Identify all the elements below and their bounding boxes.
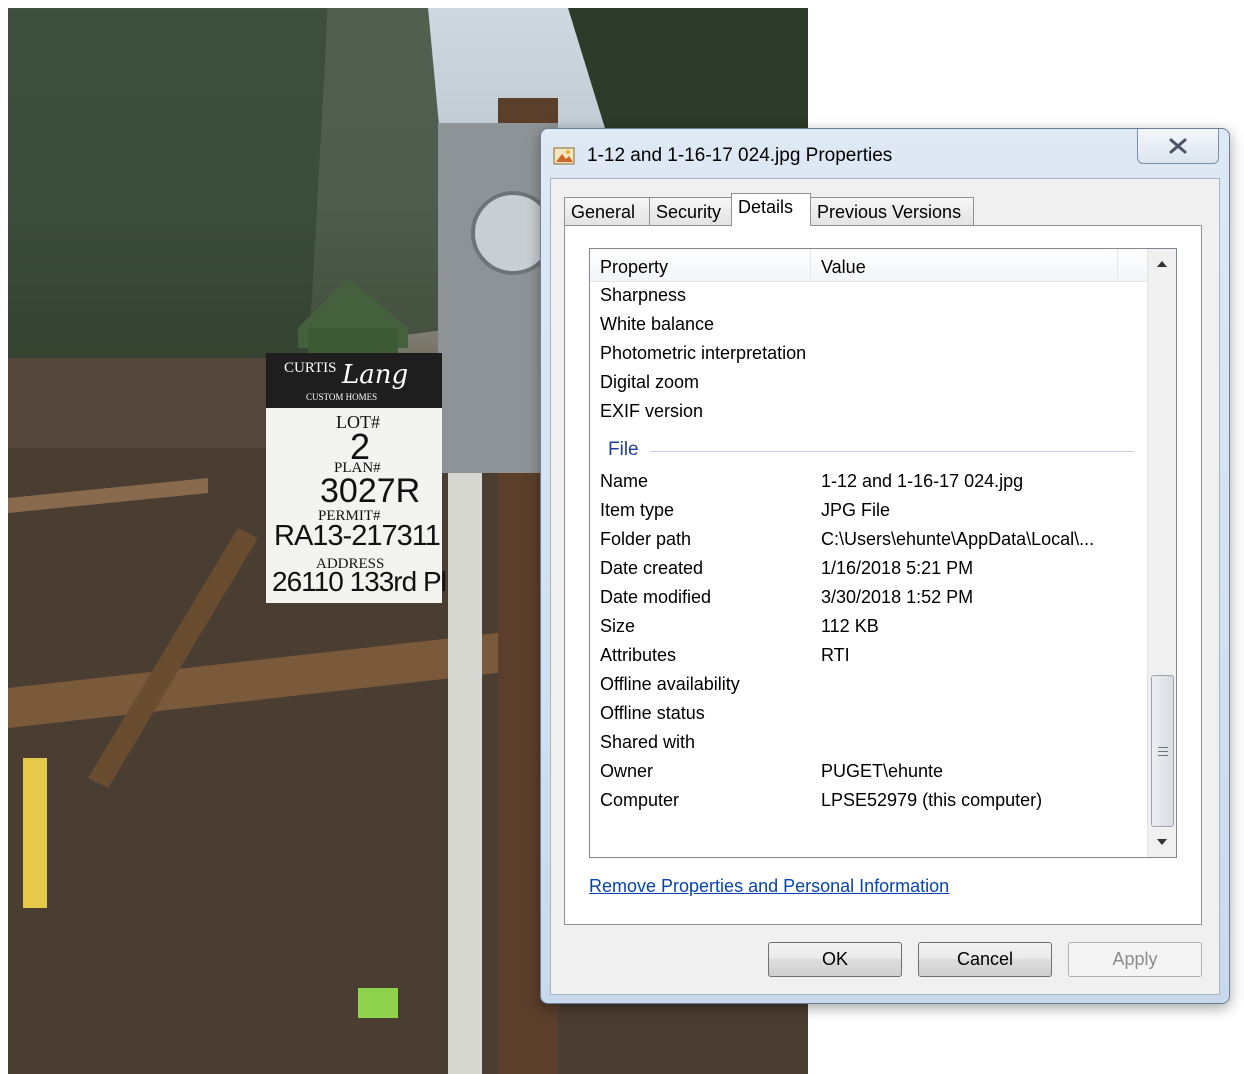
property-name: Owner xyxy=(600,761,654,781)
property-value: 112 KB xyxy=(821,616,879,636)
cancel-button[interactable]: Cancel xyxy=(918,942,1052,977)
list-item[interactable]: Attributes RTI xyxy=(600,641,1140,670)
remove-properties-link[interactable]: Remove Properties and Personal Informati… xyxy=(589,876,949,897)
details-panel: Property Value Sharpness White balance P… xyxy=(564,225,1202,925)
property-name: Sharpness xyxy=(600,285,687,305)
property-name: Name xyxy=(600,471,649,491)
list-item[interactable]: Computer LPSE52979 (this computer) xyxy=(600,786,1140,815)
property-name: Folder path xyxy=(600,529,692,549)
scroll-up-button[interactable] xyxy=(1148,253,1176,275)
group-label: File xyxy=(608,439,639,460)
sign-permit-value: RA13-217311 xyxy=(274,520,441,552)
vertical-scrollbar[interactable] xyxy=(1147,249,1176,857)
column-header-value[interactable]: Value xyxy=(821,257,866,278)
property-name: Date created xyxy=(600,558,704,578)
property-name: Computer xyxy=(600,790,680,810)
property-value: 1-12 and 1-16-17 024.jpg xyxy=(821,471,1024,491)
column-header-property[interactable]: Property xyxy=(600,257,668,278)
property-name: Size xyxy=(600,616,636,636)
scroll-down-button[interactable] xyxy=(1148,831,1176,853)
dialog-client-area: General Security Details Previous Versio… xyxy=(550,178,1220,995)
property-name: Item type xyxy=(600,500,675,520)
property-name: Attributes xyxy=(600,645,677,665)
list-item[interactable]: White balance xyxy=(600,310,1140,339)
property-value: 3/30/2018 1:52 PM xyxy=(821,587,974,607)
list-item[interactable]: Offline status xyxy=(600,699,1140,728)
tab-security[interactable]: Security xyxy=(649,197,732,225)
close-icon xyxy=(1169,138,1187,154)
tab-general[interactable]: General xyxy=(564,197,650,225)
property-value: PUGET\ehunte xyxy=(821,761,944,781)
property-value: 1/16/2018 5:21 PM xyxy=(821,558,974,578)
list-item[interactable]: Item type JPG File xyxy=(600,496,1140,525)
list-item[interactable]: Digital zoom xyxy=(600,368,1140,397)
property-name: White balance xyxy=(600,314,715,334)
property-name: Offline status xyxy=(600,703,705,723)
group-divider xyxy=(650,451,1134,452)
properties-dialog: 1-12 and 1-16-17 024.jpg Properties Gene… xyxy=(540,128,1230,1004)
list-item[interactable]: Sharpness xyxy=(600,281,1140,310)
sign-brand-top: CURTIS xyxy=(284,360,337,376)
list-item[interactable]: Owner PUGET\ehunte xyxy=(600,757,1140,786)
list-item[interactable]: Offline availability xyxy=(600,670,1140,699)
list-item[interactable]: Photometric interpretation xyxy=(600,339,1140,368)
property-name: Offline availability xyxy=(600,674,740,694)
sign-plan-value: 3027R xyxy=(320,472,421,510)
property-name: Date modified xyxy=(600,587,712,607)
property-name: Shared with xyxy=(600,732,696,752)
tab-previous-versions[interactable]: Previous Versions xyxy=(810,197,974,225)
scrollbar-thumb[interactable] xyxy=(1151,675,1174,827)
property-value: JPG File xyxy=(821,500,891,520)
ok-button[interactable]: OK xyxy=(768,942,902,977)
property-name: Photometric interpretation xyxy=(600,343,807,363)
sign-brand-script: Lang xyxy=(342,360,409,390)
list-item[interactable]: Size 112 KB xyxy=(600,612,1140,641)
list-item[interactable]: EXIF version xyxy=(600,397,1140,426)
grip-icon xyxy=(1157,746,1168,756)
list-item[interactable]: Shared with xyxy=(600,728,1140,757)
property-list[interactable]: Property Value Sharpness White balance P… xyxy=(589,248,1177,858)
arrow-down-icon xyxy=(1157,839,1167,845)
column-divider[interactable] xyxy=(810,249,811,281)
group-header-file: File xyxy=(608,439,1134,463)
close-button[interactable] xyxy=(1137,129,1219,164)
list-header: Property Value xyxy=(590,249,1150,282)
property-value: RTI xyxy=(821,645,850,665)
column-divider[interactable] xyxy=(1117,249,1118,281)
list-item[interactable]: Name 1-12 and 1-16-17 024.jpg xyxy=(600,467,1140,496)
apply-button[interactable]: Apply xyxy=(1068,942,1202,977)
image-file-icon xyxy=(553,147,575,165)
property-name: Digital zoom xyxy=(600,372,700,392)
sign-brand-sub: CUSTOM HOMES xyxy=(306,392,378,402)
tab-details[interactable]: Details xyxy=(731,193,811,226)
property-value: LPSE52979 (this computer) xyxy=(821,790,1043,810)
list-item[interactable]: Folder path C:\Users\ehunte\AppData\Loca… xyxy=(600,525,1140,554)
property-value: C:\Users\ehunte\AppData\Local\... xyxy=(821,529,1095,549)
dialog-title: 1-12 and 1-16-17 024.jpg Properties xyxy=(587,145,893,166)
list-item[interactable]: Date created 1/16/2018 5:21 PM xyxy=(600,554,1140,583)
property-name: EXIF version xyxy=(600,401,704,421)
title-bar[interactable]: 1-12 and 1-16-17 024.jpg Properties xyxy=(541,129,1229,177)
sign-address-value: 26110 133rd Pl xyxy=(272,566,447,597)
list-item[interactable]: Date modified 3/30/2018 1:52 PM xyxy=(600,583,1140,612)
arrow-up-icon xyxy=(1157,261,1167,267)
